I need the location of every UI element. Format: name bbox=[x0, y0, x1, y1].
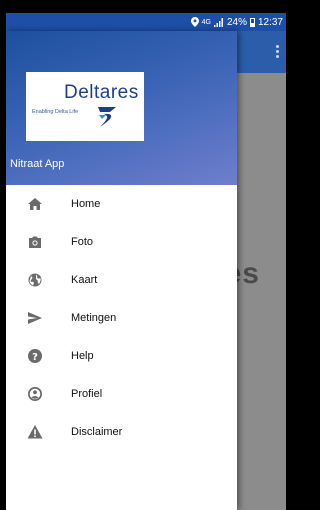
help-icon: ? bbox=[28, 349, 42, 363]
menu-item-label: Home bbox=[71, 198, 101, 210]
menu-item-label: Help bbox=[71, 350, 94, 362]
overflow-menu-icon[interactable] bbox=[276, 45, 280, 59]
warning-icon bbox=[27, 425, 43, 439]
menu-item-help[interactable]: ? Help bbox=[6, 337, 237, 375]
svg-text:?: ? bbox=[32, 352, 38, 363]
deltares-logo: Deltares Enabling Delta Life bbox=[26, 72, 144, 141]
logo-mark-icon bbox=[98, 107, 116, 127]
menu-item-profiel[interactable]: Profiel bbox=[6, 375, 237, 413]
menu-item-disclaimer[interactable]: Disclaimer bbox=[6, 413, 237, 451]
menu-item-label: Disclaimer bbox=[71, 426, 123, 438]
signal-icon bbox=[213, 17, 223, 27]
battery-percent: 24% bbox=[226, 16, 247, 28]
account-icon bbox=[28, 387, 42, 401]
menu-item-label: Metingen bbox=[71, 312, 117, 324]
send-icon bbox=[28, 312, 42, 324]
menu-item-label: Kaart bbox=[71, 274, 98, 286]
clock: 12:37 bbox=[257, 16, 283, 28]
app-name: Nitraat App bbox=[10, 158, 65, 170]
menu-item-foto[interactable]: Foto bbox=[6, 223, 237, 261]
camera-icon bbox=[29, 236, 41, 248]
navigation-drawer: Deltares Enabling Delta Life Nitraat App… bbox=[6, 31, 237, 510]
network-type: 4G bbox=[201, 18, 211, 26]
location-icon bbox=[190, 17, 199, 27]
menu-item-metingen[interactable]: Metingen bbox=[6, 299, 237, 337]
phone-screen: es 4G 24% 12:37 Deltares Enabling Delta … bbox=[6, 13, 286, 510]
menu-item-kaart[interactable]: Kaart bbox=[6, 261, 237, 299]
menu-item-home[interactable]: Home bbox=[6, 185, 237, 223]
drawer-menu: Home Foto Kaart Metingen ? Help Profiel … bbox=[6, 185, 237, 451]
home-icon bbox=[28, 198, 42, 210]
menu-item-label: Foto bbox=[71, 236, 94, 248]
drawer-header: Deltares Enabling Delta Life Nitraat App bbox=[6, 31, 237, 185]
globe-icon bbox=[28, 273, 42, 287]
logo-title: Deltares bbox=[64, 82, 139, 103]
battery-icon bbox=[249, 17, 255, 27]
menu-item-label: Profiel bbox=[71, 388, 103, 400]
status-bar: 4G 24% 12:37 bbox=[6, 13, 286, 31]
logo-tagline: Enabling Delta Life bbox=[32, 109, 79, 115]
